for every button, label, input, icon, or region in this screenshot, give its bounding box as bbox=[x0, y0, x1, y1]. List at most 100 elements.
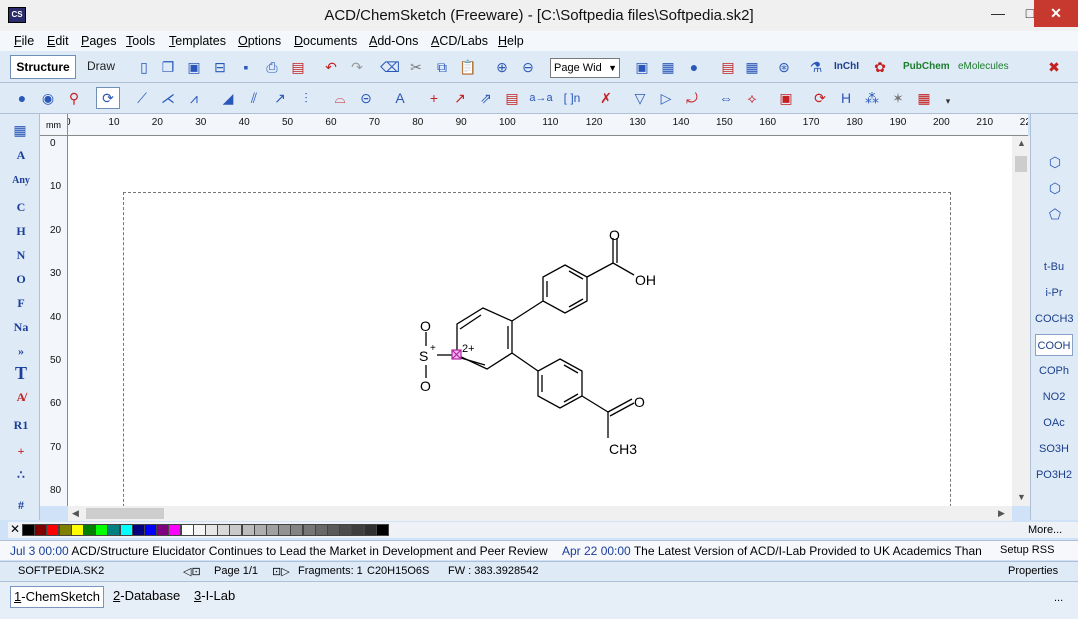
flip-vertical-icon[interactable]: ▽ bbox=[630, 88, 650, 108]
polymer-bracket-icon[interactable]: [ ]n bbox=[562, 88, 582, 108]
undo-icon[interactable]: ↶ bbox=[321, 57, 341, 77]
flip-horizontal-icon[interactable]: ▷ bbox=[656, 88, 676, 108]
color-swatch[interactable] bbox=[278, 524, 292, 536]
arrow-icon[interactable]: ↗ bbox=[450, 88, 470, 108]
draw-bond-icon[interactable]: ⟋ bbox=[132, 88, 152, 108]
color-swatch[interactable] bbox=[22, 524, 35, 536]
color-swatch[interactable] bbox=[180, 524, 194, 536]
template-po3h2[interactable]: PO3H2 bbox=[1035, 464, 1073, 486]
cut-icon[interactable]: ✂ bbox=[406, 57, 426, 77]
tabs-more[interactable]: ... bbox=[1054, 592, 1063, 604]
check-structure-icon[interactable]: ✶ bbox=[888, 88, 908, 108]
menu-edit[interactable]: Edit bbox=[47, 34, 69, 48]
structure-mode-button[interactable]: Structure bbox=[10, 55, 76, 79]
color-swatch[interactable] bbox=[266, 524, 279, 536]
template-coch3[interactable]: COCH3 bbox=[1035, 308, 1074, 330]
center-icon[interactable]: ⟡ bbox=[742, 88, 762, 108]
select-atom-icon[interactable]: ● bbox=[12, 88, 32, 108]
calculate-icon[interactable]: ▦ bbox=[914, 88, 934, 108]
atom-tool-h[interactable]: H bbox=[6, 220, 36, 242]
atom-tool-a[interactable]: A bbox=[6, 144, 36, 166]
color-swatch[interactable] bbox=[327, 524, 340, 536]
horizontal-scroll-thumb[interactable] bbox=[86, 508, 164, 519]
menu-add-ons[interactable]: Add-Ons bbox=[369, 34, 418, 48]
wedge-bond-icon[interactable]: ◢ bbox=[218, 88, 238, 108]
scroll-down-icon[interactable]: ▼ bbox=[1017, 492, 1026, 502]
atom-tool-plus[interactable]: + bbox=[6, 440, 36, 462]
color-swatch[interactable] bbox=[192, 524, 206, 536]
color-swatch[interactable] bbox=[241, 524, 255, 536]
zoom-out-icon[interactable]: ⊖ bbox=[518, 57, 538, 77]
template-coph[interactable]: COPh bbox=[1035, 360, 1073, 382]
setup-rss-button[interactable]: Setup RSS bbox=[1000, 544, 1054, 556]
menu-templates[interactable]: Templates bbox=[169, 34, 226, 48]
pubchem-button[interactable]: PubChem bbox=[903, 61, 950, 72]
color-swatch[interactable] bbox=[156, 524, 170, 536]
toolbar-overflow-icon[interactable]: ▾ bbox=[938, 91, 958, 111]
atom-tool-plus[interactable]: # bbox=[6, 494, 36, 516]
atom-tool-any[interactable]: Any bbox=[6, 170, 36, 192]
refresh-icon[interactable]: ⟳ bbox=[810, 88, 830, 108]
color-swatch[interactable] bbox=[302, 524, 316, 536]
color-swatch[interactable] bbox=[168, 524, 182, 536]
paste-icon[interactable]: 📋 bbox=[458, 57, 478, 77]
menu-file[interactable]: File bbox=[14, 34, 34, 48]
template-cooh[interactable]: COOH bbox=[1035, 334, 1073, 356]
chart-icon[interactable]: ▤ bbox=[718, 57, 738, 77]
charge-plus-icon[interactable]: + bbox=[424, 88, 444, 108]
save-icon[interactable]: ▪ bbox=[236, 57, 256, 77]
atom-tool-o[interactable]: O bbox=[6, 268, 36, 290]
atom-tool-n[interactable]: N bbox=[6, 244, 36, 266]
reaction-arrow-icon[interactable]: ⇗ bbox=[476, 88, 496, 108]
color-swatch[interactable] bbox=[229, 524, 243, 536]
close-document-icon[interactable]: ✖ bbox=[1044, 57, 1064, 77]
color-swatch[interactable] bbox=[144, 524, 157, 536]
copy-icon[interactable]: ⧉ bbox=[432, 57, 452, 77]
color-swatch[interactable] bbox=[46, 524, 60, 536]
hash-bond-icon[interactable]: ⫽ bbox=[244, 88, 264, 108]
properties-button[interactable]: Properties bbox=[1008, 565, 1058, 577]
atom-tool-f[interactable]: F bbox=[6, 292, 36, 314]
template-oac[interactable]: OAc bbox=[1035, 412, 1073, 434]
menu-help[interactable]: Help bbox=[498, 34, 524, 48]
reaction-map-icon[interactable]: ▤ bbox=[502, 88, 522, 108]
color-swatch[interactable] bbox=[119, 524, 133, 536]
ring-hexagon-outline-icon[interactable]: ⬡ bbox=[1045, 178, 1065, 198]
group-icon[interactable]: ▣ bbox=[776, 88, 796, 108]
open-folder-icon[interactable]: ⊟ bbox=[210, 57, 230, 77]
tab-chemsketch[interactable]: 1-ChemSketch bbox=[10, 586, 104, 608]
atom-tool-c[interactable]: C bbox=[6, 196, 36, 218]
menu-tools[interactable]: Tools bbox=[126, 34, 155, 48]
draw-chain-icon[interactable]: ⋌ bbox=[158, 88, 178, 108]
tab-ilab[interactable]: 3-I-Lab bbox=[191, 586, 238, 608]
tab-database[interactable]: 2-Database bbox=[110, 586, 183, 608]
color-swatch[interactable] bbox=[83, 524, 96, 536]
color-swatch[interactable] bbox=[314, 524, 328, 536]
color-swatch[interactable] bbox=[217, 524, 231, 536]
3d-viewer-icon[interactable]: ▣ bbox=[632, 57, 652, 77]
color-swatch[interactable] bbox=[58, 524, 72, 536]
menu-options[interactable]: Options bbox=[238, 34, 281, 48]
vertical-scroll-thumb[interactable] bbox=[1015, 156, 1027, 172]
new-document-icon[interactable]: ▯ bbox=[134, 57, 154, 77]
ring-template-icon[interactable]: ⌓ bbox=[330, 88, 350, 108]
scroll-left-icon[interactable]: ◀ bbox=[72, 508, 79, 519]
pdf-icon[interactable]: ▤ bbox=[288, 57, 308, 77]
align-icon[interactable]: ⇔ bbox=[716, 88, 736, 108]
open-page-icon[interactable]: ▣ bbox=[184, 57, 204, 77]
zoom-select[interactable]: Page Wid ▼ bbox=[550, 58, 620, 78]
menu-acd-labs[interactable]: ACD/Labs bbox=[431, 34, 488, 48]
color-swatch[interactable] bbox=[339, 524, 353, 536]
color-swatch[interactable] bbox=[131, 524, 145, 536]
table-icon[interactable]: ▦ bbox=[742, 57, 762, 77]
color-swatch[interactable] bbox=[205, 524, 218, 536]
redo-icon[interactable]: ↷ bbox=[347, 57, 367, 77]
template-so3h[interactable]: SO3H bbox=[1035, 438, 1073, 460]
menu-pages[interactable]: Pages bbox=[81, 34, 116, 48]
atom-tool-t[interactable]: T bbox=[6, 362, 36, 384]
drawing-canvas[interactable]: O OH O S + 2+ O O CH3 bbox=[68, 136, 1012, 506]
coordinate-bond-icon[interactable]: ⫶ bbox=[296, 88, 316, 108]
next-page-icon[interactable]: ⊡▷ bbox=[272, 565, 290, 578]
more-colors-button[interactable]: More... bbox=[1028, 524, 1062, 536]
draw-mode-button[interactable]: Draw bbox=[80, 55, 122, 79]
